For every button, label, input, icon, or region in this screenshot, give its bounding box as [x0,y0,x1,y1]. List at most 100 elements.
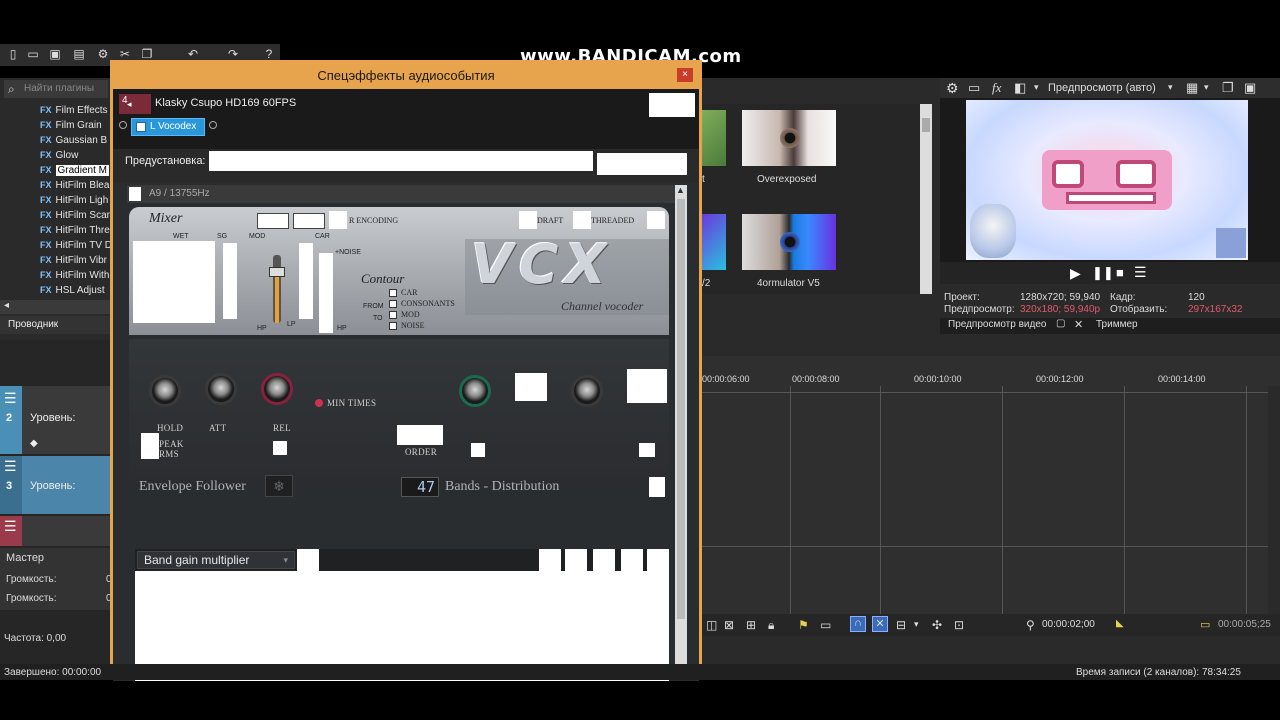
redo-icon[interactable]: ↷ [226,47,240,61]
plugin-list-item[interactable]: FX Glow [40,148,112,163]
plugin-list-item[interactable]: FX Gradient M [40,163,112,178]
tab-trimmer[interactable]: Триммер [1096,319,1138,330]
fx-gallery-scrollbar[interactable] [920,104,932,294]
fx-icon[interactable]: fx [992,80,1001,96]
gender-knob[interactable] [571,375,603,407]
help-icon[interactable]: ? [262,47,276,61]
snowflake-icon[interactable]: ❄ [265,475,293,497]
save-icon[interactable]: ▣ [48,47,62,61]
contour-option-checkbox[interactable] [389,289,397,297]
sg-label: SG [217,233,228,240]
track-menu-icon[interactable]: ☰ [4,390,17,407]
contour-option-checkbox[interactable] [389,300,397,308]
mod-fader-handle[interactable] [269,267,285,277]
region-icon[interactable]: ▭ [820,618,831,632]
plugin-list-item[interactable]: FX Gaussian B [40,133,112,148]
save-snapshot-icon[interactable]: ▣ [1244,80,1256,96]
marker-icon[interactable]: ⚑ [798,618,809,632]
plugin-list-item[interactable]: FX HitFilm TV D [40,238,112,253]
plugin-enable-checkbox[interactable] [136,122,146,132]
split-view-icon[interactable]: ◧ [1014,80,1026,96]
chevron-down-icon[interactable]: ▾ [1168,82,1173,93]
tab-explorer[interactable]: Проводник [0,316,112,334]
preview-settings-icon[interactable]: ⚙ [946,80,959,97]
snap-icon[interactable]: ∩ [850,616,866,632]
track-menu-icon[interactable]: ☰ [4,458,17,475]
plugin-chip-vocodex[interactable]: L Vocodex [131,118,205,136]
timeline-gridline [1246,386,1247,614]
plugin-list-item[interactable]: FX HSL Adjust [40,283,112,298]
plugin-vscroll[interactable]: ▲ [675,185,687,679]
close-icon[interactable]: ✕ [1074,318,1083,331]
plugin-list-item[interactable]: FX HitFilm Blea [40,178,112,193]
contour-option-checkbox[interactable] [389,311,397,319]
track-3-header[interactable]: ☰ 3 Уровень: [0,456,112,514]
track-2-header[interactable]: ☰ 2 Уровень: ◆ [0,386,112,454]
fx-thumb-4ormulator[interactable] [742,214,836,270]
pause-icon[interactable]: ❚❚ [1092,265,1114,281]
cut-icon[interactable]: ✂ [118,47,132,61]
fx-thumb-partial[interactable] [702,214,726,270]
band-gain-select[interactable]: Band gain multiplier ▾ [137,551,295,569]
chevron-down-icon[interactable]: ▾ [914,619,919,630]
chevron-down-icon[interactable]: ▾ [1204,82,1209,93]
plugin-list-item[interactable]: FX HitFilm Scar [40,208,112,223]
envelope-icon[interactable]: ✣ [932,618,942,632]
tab-video-preview[interactable]: Предпросмотр видео [948,319,1046,330]
grid-icon[interactable]: ▦ [1186,80,1198,96]
mod-fader-track[interactable] [269,255,285,323]
band-gain-select-label: Band gain multiplier [144,553,250,567]
undo-icon[interactable]: ↶ [186,47,200,61]
split-icon[interactable]: ⊠ [724,618,734,632]
selection-icon[interactable]: ⊡ [954,618,964,632]
new-file-icon[interactable]: ▯ [6,47,20,61]
plugin-name: Film Grain [55,120,102,131]
trim-icon[interactable]: ⊞ [746,618,756,632]
copy-icon[interactable]: ❐ [140,47,154,61]
scroll-left-icon[interactable]: ◂ [4,300,9,311]
bands-display[interactable]: 47 [401,477,439,497]
auto-crossfade-icon[interactable]: ✕ [872,616,888,632]
open-folder-icon[interactable]: ▭ [26,47,40,61]
min-times-led[interactable] [315,399,323,407]
volume-label: Громкость: [6,593,57,604]
timeline-vscroll[interactable] [1268,386,1280,626]
scroll-up-icon[interactable]: ▲ [676,185,685,195]
preview-quality-select[interactable]: Предпросмотр (авто) [1048,82,1156,94]
plugin-list-item[interactable]: FX HitFilm Ligh [40,193,112,208]
fx-thumb-overexposed[interactable] [742,110,836,166]
settings-gear-icon[interactable]: ⚙ [96,47,110,61]
stop-icon[interactable]: ■ [1116,265,1124,280]
contour-option-checkbox[interactable] [389,322,397,330]
plugin-list-item[interactable]: FX HitFilm Vibr [40,253,112,268]
preset-dropdown[interactable] [209,151,593,171]
plugin-search-input[interactable]: Найти плагины [4,80,108,98]
distribution-knob[interactable] [459,375,491,407]
plugin-list-scrollbar[interactable]: ◂ [0,300,112,314]
dialog-title: Спецэффекты аудиособытия × [113,63,699,89]
redacted-box [397,425,443,445]
close-button[interactable]: × [677,68,693,82]
playback-menu-icon[interactable]: ☰ [1134,264,1147,281]
ripple-icon[interactable]: ◫ [706,618,717,632]
fx-icon: FX [40,165,52,175]
hold-knob[interactable] [149,375,181,407]
audio-track-header[interactable]: ☰ [0,516,112,546]
plugin-list-item[interactable]: FX HitFilm Thre [40,223,112,238]
monitor-icon[interactable]: ▭ [968,80,980,96]
lock-icon[interactable]: 🔒︎ [768,618,774,633]
copy-frame-icon[interactable]: ❐ [1222,80,1234,96]
undock-icon[interactable]: ▢ [1056,318,1065,329]
plugin-list-item[interactable]: FX HitFilm With [40,268,112,283]
play-icon[interactable]: ▶ [1070,265,1081,282]
chevron-down-icon[interactable]: ▾ [1034,82,1039,93]
att-knob[interactable] [205,373,237,405]
plugin-name: HitFilm Blea [55,180,110,191]
plugin-list-item[interactable]: FX Film Grain [40,118,112,133]
plugin-list-item[interactable]: FX Film Effects [40,103,112,118]
properties-icon[interactable]: ▤ [72,47,86,61]
rel-knob[interactable] [261,373,293,405]
fx-thumb-partial[interactable] [702,110,726,166]
track-menu-icon[interactable]: ☰ [4,518,17,535]
edit-mode-icon[interactable]: ⊟ [896,618,906,632]
